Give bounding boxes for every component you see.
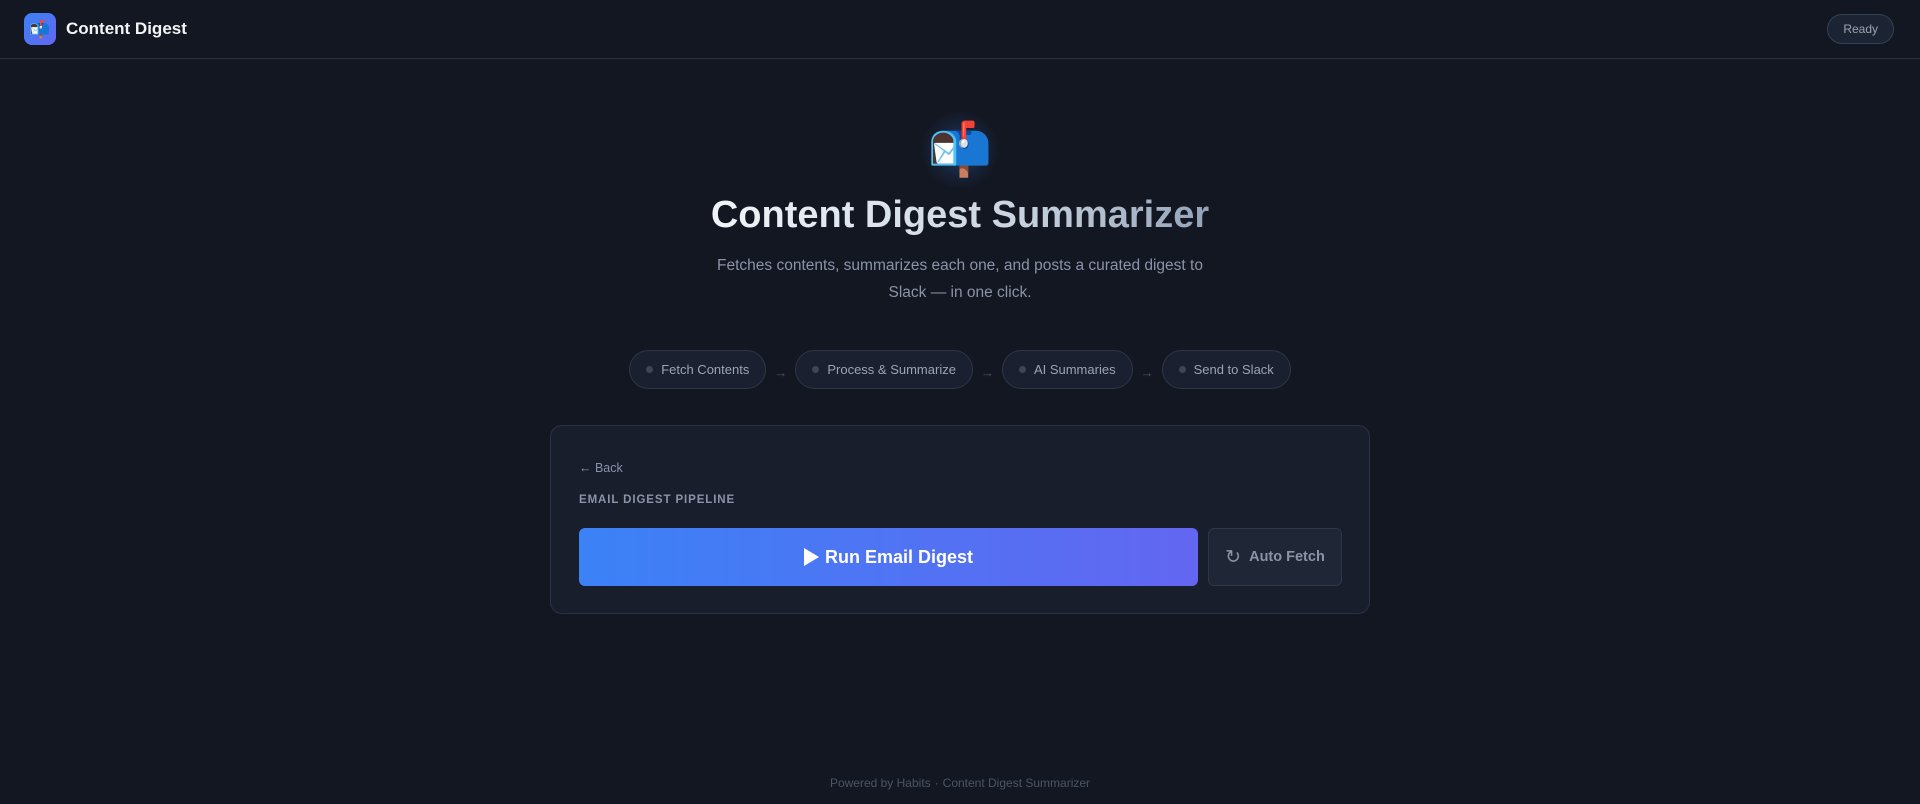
step-status-dot-icon <box>1018 366 1026 373</box>
step-status-dot-icon <box>812 366 820 373</box>
page-title-text: Content Digest Summarizer <box>710 194 1210 236</box>
step-ai-summaries: AI Summaries <box>1001 350 1133 389</box>
auto-fetch-label: Auto Fetch <box>1249 549 1325 565</box>
footer-powered-by: Powered by Habits <box>829 776 931 790</box>
refresh-icon: ↻ <box>1225 546 1242 568</box>
arrow-right-icon: → <box>1140 365 1154 380</box>
auto-fetch-button[interactable]: ↻ Auto Fetch <box>1208 528 1342 586</box>
page-subtitle: Fetches contents, summarizes each one, a… <box>717 257 1203 301</box>
arrow-right-icon: → <box>980 365 994 380</box>
arrow-right-icon: → <box>774 365 788 380</box>
step-fetch-contents: Fetch Contents <box>629 350 767 389</box>
step-label: Fetch Contents <box>661 362 750 377</box>
status-badge: Ready <box>1827 14 1894 44</box>
footer-separator: · <box>934 776 939 790</box>
step-label: AI Summaries <box>1033 362 1116 377</box>
step-label: Send to Slack <box>1193 362 1274 377</box>
app-name: Content Digest <box>66 19 187 38</box>
mailbox-icon: 📬 <box>927 121 993 179</box>
mailbox-logo-icon: 📬 <box>24 13 56 45</box>
section-label: EMAIL DIGEST PIPELINE <box>579 494 736 506</box>
play-icon <box>803 548 819 566</box>
pipeline-steps: Fetch Contents → Process & Summarize → A… <box>0 350 1920 389</box>
page-title: Content Digest Summarizer <box>0 194 1920 237</box>
run-email-digest-button[interactable]: Run Email Digest <box>579 528 1198 586</box>
step-process-summarize: Process & Summarize <box>795 350 973 389</box>
hero-mailbox-icon: 📬 <box>900 100 1020 200</box>
pipeline-card: ← Back EMAIL DIGEST PIPELINE Run Email D… <box>550 425 1370 614</box>
footer: Powered by Habits · Content Digest Summari… <box>0 776 1920 790</box>
step-send-to-slack: Send to Slack <box>1161 350 1291 389</box>
run-button-label: Run Email Digest <box>824 546 974 567</box>
step-status-dot-icon <box>646 366 654 373</box>
step-label: Process & Summarize <box>827 362 956 377</box>
step-status-dot-icon <box>1178 366 1186 373</box>
footer-app-name: Content Digest Summarizer <box>942 776 1091 790</box>
brand[interactable]: 📬 Content Digest <box>24 13 187 45</box>
top-bar: 📬 Content Digest Ready <box>0 0 1920 59</box>
back-link[interactable]: ← Back <box>579 461 623 475</box>
